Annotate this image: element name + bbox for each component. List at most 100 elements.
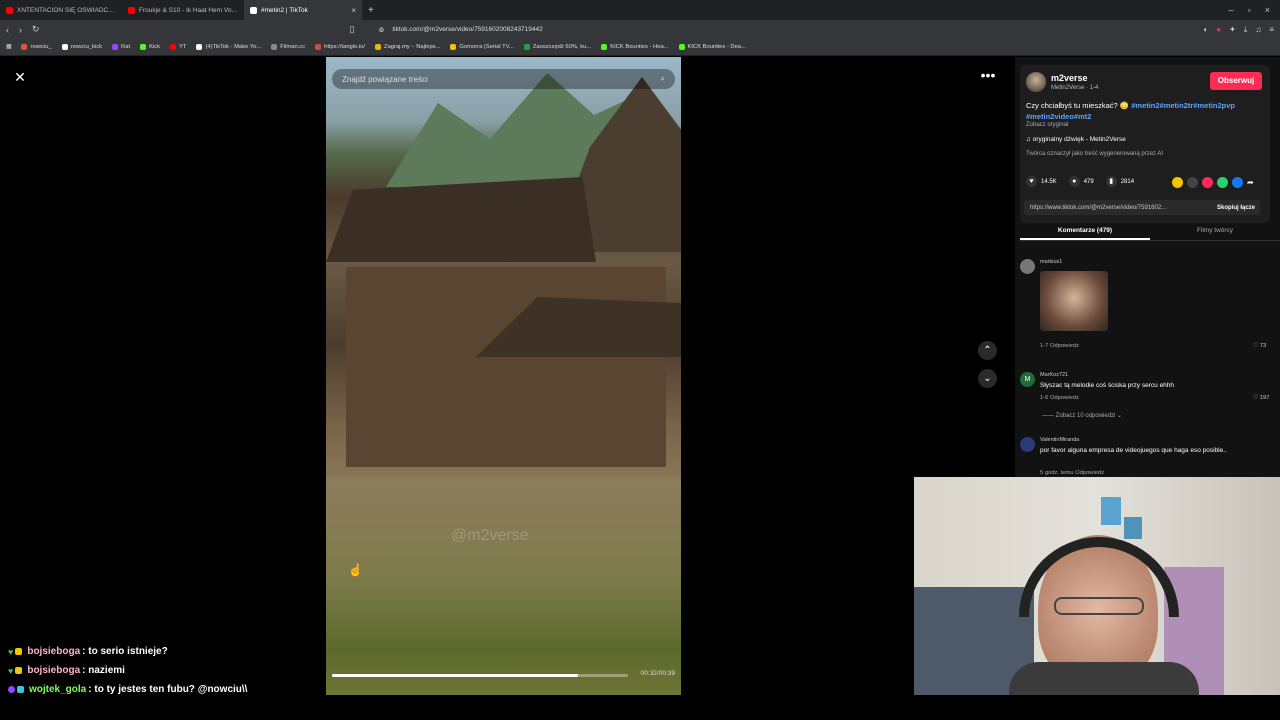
- copy-link-button[interactable]: Skopiuj łącze: [1212, 205, 1260, 211]
- video-player[interactable]: Znajdź powiązane treści ⌕ @m2verse 00:32…: [326, 57, 681, 695]
- new-tab-button[interactable]: +: [362, 5, 380, 16]
- window-controls: – ▫ ×: [1229, 5, 1280, 15]
- badge-icon: [17, 686, 24, 693]
- embed-icon[interactable]: [1187, 177, 1198, 188]
- comment-author[interactable]: markius1: [1040, 259, 1062, 265]
- bookmark-item[interactable]: nowciu_: [21, 44, 52, 50]
- search-placeholder: Znajdź powiązane treści: [342, 74, 428, 84]
- share-buttons: ➦: [1172, 177, 1258, 188]
- comment-meta[interactable]: 1-7 Odpowiedz: [1040, 343, 1079, 349]
- more-options-icon[interactable]: •••: [977, 68, 999, 86]
- related-search-input[interactable]: Znajdź powiązane treści ⌕: [332, 69, 675, 89]
- bookmark-item[interactable]: YT: [170, 44, 186, 50]
- bookmark-item[interactable]: (4)TikTok - Make Yo...: [196, 44, 261, 50]
- whatsapp-icon[interactable]: [1217, 177, 1228, 188]
- bookmark-item[interactable]: Filman.cc: [271, 44, 305, 50]
- browser-tab-3[interactable]: #metin2 | TikTok ×: [244, 0, 362, 20]
- chat-text: : naziemi: [82, 665, 125, 676]
- apps-icon[interactable]: ▦: [6, 44, 11, 50]
- comment-author[interactable]: MarKoz721: [1040, 372, 1068, 378]
- bookmark-item[interactable]: nowciu_kick: [61, 44, 102, 50]
- chat-message: ♥ bojsieboga : naziemi: [8, 661, 328, 680]
- list-item: M MarKoz721 Słyszac tą melodie coś ścisk…: [1020, 372, 1280, 412]
- headphones: [1019, 537, 1179, 617]
- puzzle-icon[interactable]: ✦: [1229, 25, 1236, 35]
- tiktok-share-icon[interactable]: [1202, 177, 1213, 188]
- menu-icon[interactable]: ≡: [1269, 25, 1274, 35]
- bookmark-item[interactable]: Zaoszczędź 60%, ku...: [523, 44, 591, 50]
- tab-comments[interactable]: Komentarze (479): [1020, 223, 1150, 240]
- comment-likes[interactable]: ♡ 197: [1253, 395, 1269, 401]
- close-tab-icon[interactable]: ×: [351, 6, 356, 15]
- reload-icon[interactable]: ↻: [32, 24, 40, 35]
- share-arrow-icon[interactable]: ➦: [1247, 177, 1258, 188]
- next-video-icon[interactable]: ⌄: [978, 369, 997, 388]
- tab-label: Froukje & S10 - Ik Haat Hem Voor Je: [139, 6, 238, 14]
- webcam-overlay: [914, 477, 1280, 695]
- avatar[interactable]: [1020, 259, 1035, 274]
- sub-badge-icon: [15, 648, 23, 655]
- avatar[interactable]: [1020, 437, 1035, 452]
- download-icon[interactable]: ⤓: [1244, 25, 1248, 35]
- ai-label: Twórca oznaczył jako treść wygenerowaną …: [1026, 151, 1164, 157]
- tab-creator-videos[interactable]: Filmy twórcy: [1150, 223, 1280, 240]
- bookmark-item[interactable]: KICK Bounties - Dea...: [678, 44, 746, 50]
- list-item: ValentinMiranda por favor alguna empresa…: [1020, 437, 1280, 477]
- url-field[interactable]: ⚙ tiktok.com/@m2verse/video/7591602008243…: [369, 22, 889, 37]
- avatar[interactable]: M: [1020, 372, 1035, 387]
- share-link-text: https://www.tiktok.com/@m2verse/video/75…: [1030, 204, 1167, 211]
- view-replies-button[interactable]: —— Zobacz 10 odpowiedzi ⌄: [1042, 412, 1122, 419]
- bookmark-item[interactable]: Zagraj.my – Najleps...: [375, 44, 440, 50]
- avatar[interactable]: [1026, 72, 1046, 92]
- share-link-field[interactable]: https://www.tiktok.com/@m2verse/video/75…: [1024, 200, 1260, 215]
- courtyard: [326, 477, 681, 695]
- comment-likes[interactable]: ♡ 73: [1253, 343, 1266, 349]
- tiktok-icon: [250, 6, 257, 14]
- sound-link[interactable]: ♫ oryginalny dźwięk - Metin2Verse: [1026, 136, 1126, 143]
- follow-button[interactable]: Obserwuj: [1210, 72, 1262, 90]
- bookmark-item[interactable]: https://tangle.io/: [315, 44, 365, 50]
- facebook-icon[interactable]: [1232, 177, 1243, 188]
- youtube-icon: [6, 6, 13, 14]
- bookmarks-bar: ▦ nowciu_ nowciu_kick Rat Kick YT (4)Tik…: [0, 39, 1280, 56]
- comment-author[interactable]: ValentinMiranda: [1040, 437, 1079, 443]
- minimize-icon[interactable]: –: [1229, 5, 1234, 15]
- bookmark-item[interactable]: Kick: [140, 44, 160, 50]
- heart-icon: ♥: [1026, 176, 1037, 187]
- bookmark-item[interactable]: Gomorra (Serial TV...: [450, 44, 514, 50]
- browser-tab-2[interactable]: Froukje & S10 - Ik Haat Hem Voor Je: [122, 0, 244, 20]
- search-icon[interactable]: ⌕: [661, 74, 665, 84]
- like-button[interactable]: ♥ 14.5K: [1026, 176, 1057, 187]
- comment-button[interactable]: ● 479: [1068, 176, 1094, 187]
- creator-subtitle: Metin2Verse · 1-4: [1051, 85, 1099, 91]
- bottom-bar: [0, 696, 1280, 720]
- poster: [1101, 497, 1121, 525]
- record-icon[interactable]: ●: [1216, 25, 1221, 35]
- site-info-icon[interactable]: ⚙: [379, 26, 385, 34]
- video-progress-bar[interactable]: [332, 674, 628, 677]
- save-button[interactable]: ▮ 2814: [1105, 176, 1134, 187]
- maximize-icon[interactable]: ▫: [1248, 5, 1251, 15]
- previous-video-icon[interactable]: ⌃: [978, 341, 997, 360]
- comment-meta[interactable]: 5 godz. temu Odpowiedz: [1040, 470, 1104, 476]
- back-icon[interactable]: ‹: [6, 25, 9, 35]
- bookmark-icon[interactable]: ▯: [350, 24, 355, 35]
- see-original-link[interactable]: Zobacz oryginał: [1026, 122, 1068, 128]
- comment-meta[interactable]: 1-6 Odpowiedz: [1040, 395, 1079, 401]
- video-timecode: 00:32/00:39: [640, 670, 675, 677]
- close-window-icon[interactable]: ×: [1265, 5, 1270, 15]
- chat-message: ♥ bojsieboga : to serio istnieje?: [8, 642, 328, 661]
- music-icon[interactable]: ♫: [1255, 25, 1261, 35]
- emoji-share-icon[interactable]: [1172, 177, 1183, 188]
- comment-text: por favor alguna empresa de videojuegos …: [1040, 447, 1227, 454]
- creator-username[interactable]: m2verse: [1051, 73, 1088, 83]
- comment-image[interactable]: [1040, 271, 1108, 331]
- bookmark-item[interactable]: KICK Bounties - Hea...: [601, 44, 669, 50]
- close-video-icon[interactable]: ✕: [11, 68, 29, 86]
- browser-tab-1[interactable]: XNTENTACION SIĘ OŚWIADCZYŁ! O: [0, 0, 122, 20]
- chat-username: wojtek_gola: [29, 684, 87, 695]
- extension-icon[interactable]: ◐: [1203, 25, 1208, 35]
- bookmark-item[interactable]: Rat: [112, 44, 130, 50]
- forward-icon[interactable]: ›: [19, 25, 22, 35]
- video-progress-fill: [332, 674, 578, 677]
